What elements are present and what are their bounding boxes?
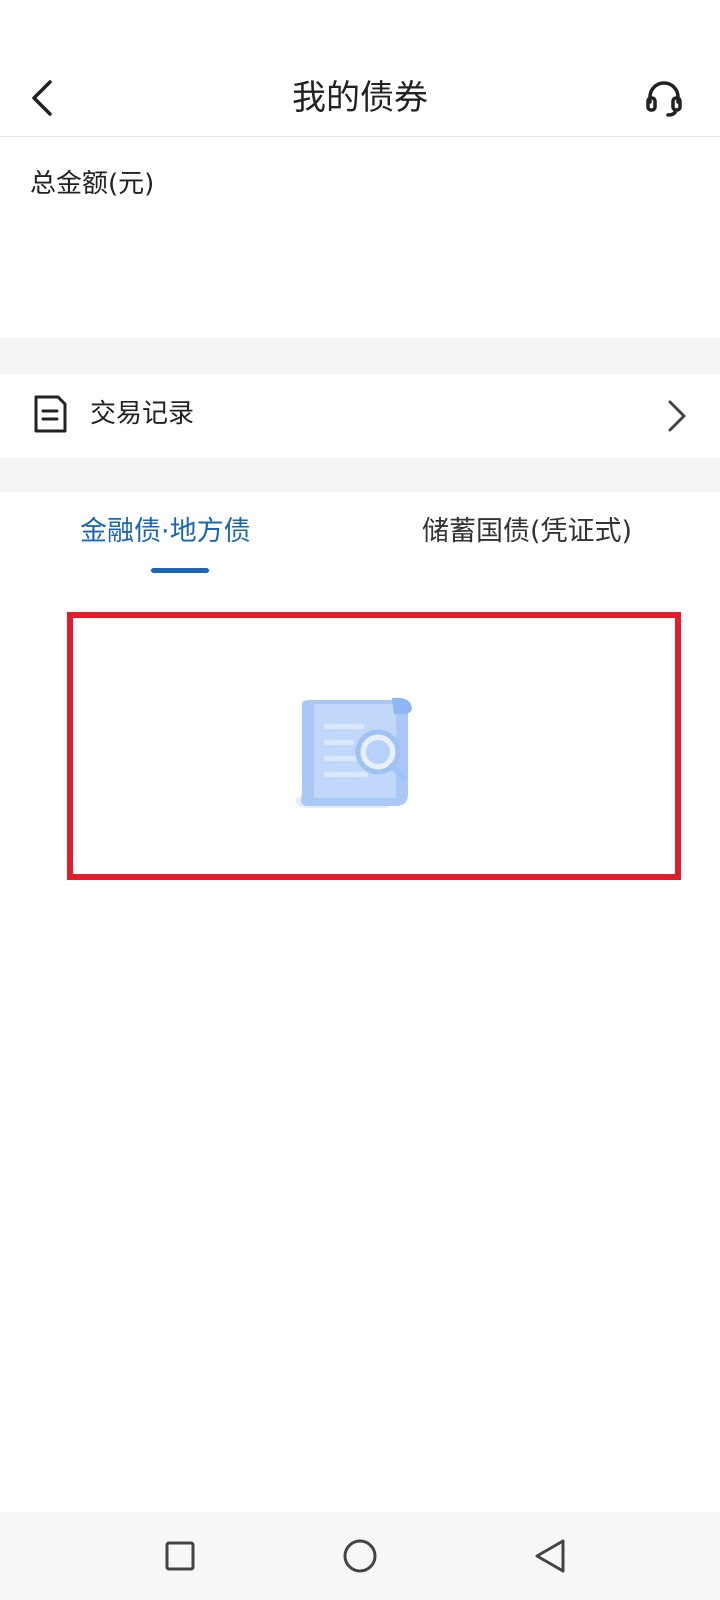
circle-icon [343, 1539, 377, 1573]
page-title: 我的债券 [292, 78, 428, 118]
customer-service-button[interactable] [640, 74, 688, 122]
recent-apps-button[interactable] [152, 1528, 208, 1584]
chevron-right-icon [668, 400, 686, 432]
bond-type-tabs: 金融债·地方债 储蓄国债(凭证式) [0, 492, 720, 592]
home-button[interactable] [332, 1528, 388, 1584]
tab-financial-local-bonds[interactable]: 金融债·地方债 [80, 510, 251, 554]
document-icon [34, 395, 67, 433]
triangle-back-icon [535, 1539, 565, 1573]
transaction-records-label: 交易记录 [90, 399, 195, 429]
system-back-button[interactable] [522, 1528, 578, 1584]
tab-savings-treasury-bonds[interactable]: 储蓄国债(凭证式) [422, 510, 632, 554]
square-icon [165, 1541, 195, 1571]
section-divider [0, 338, 720, 374]
headset-icon [646, 81, 682, 117]
system-nav-bar [0, 1512, 720, 1600]
active-tab-indicator [151, 568, 209, 573]
section-divider [0, 458, 720, 492]
header: 我的债券 [0, 0, 720, 137]
transaction-records-row[interactable]: 交易记录 [0, 374, 720, 458]
document-search-illustration [295, 697, 412, 808]
total-amount-label: 总金额(元) [30, 169, 155, 199]
